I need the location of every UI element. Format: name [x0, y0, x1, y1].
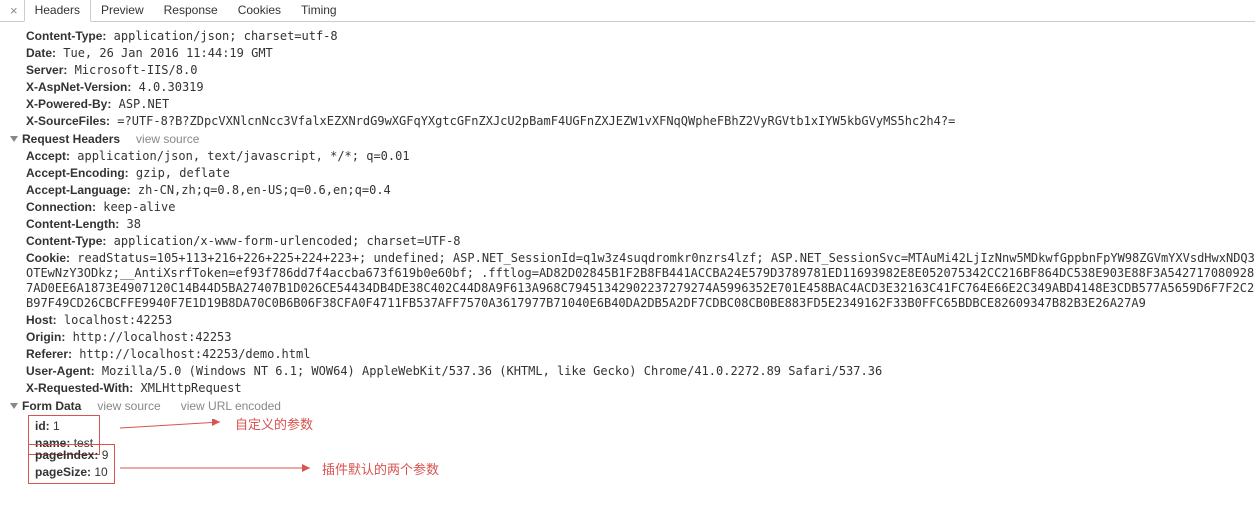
- caret-down-icon[interactable]: [10, 136, 18, 142]
- tab-response[interactable]: Response: [154, 0, 228, 21]
- header-value: application/json; charset=utf-8: [114, 29, 338, 43]
- form-key: id:: [35, 419, 50, 433]
- header-key: X-Requested-With:: [26, 381, 133, 395]
- arrow-icon: [120, 461, 320, 475]
- header-value: Microsoft-IIS/8.0: [75, 63, 198, 77]
- view-source-link[interactable]: view source: [97, 399, 160, 413]
- header-row: Connection: keep-alive: [26, 199, 1255, 216]
- header-row: X-AspNet-Version: 4.0.30319: [26, 79, 1255, 96]
- header-key: User-Agent:: [26, 364, 95, 378]
- form-value: 1: [53, 419, 60, 433]
- header-key: Server:: [26, 63, 67, 77]
- annotation-custom: 自定义的参数: [235, 414, 313, 433]
- request-headers-list: Accept: application/json, text/javascrip…: [10, 148, 1255, 397]
- header-row: Date: Tue, 26 Jan 2016 11:44:19 GMT: [26, 45, 1255, 62]
- header-key: Cookie:: [26, 251, 70, 265]
- header-value: http://localhost:42253: [73, 330, 232, 344]
- header-row: Cookie: readStatus=105+113+216+226+225+2…: [26, 250, 1255, 312]
- header-value: zh-CN,zh;q=0.8,en-US;q=0.6,en;q=0.4: [138, 183, 391, 197]
- header-key: Connection:: [26, 200, 96, 214]
- header-key: Host:: [26, 313, 57, 327]
- annotation-default: 插件默认的两个参数: [322, 459, 439, 478]
- header-value: XMLHttpRequest: [140, 381, 241, 395]
- header-row: Server: Microsoft-IIS/8.0: [26, 62, 1255, 79]
- request-headers-section: Request Headers view source: [10, 132, 1255, 146]
- header-key: Date:: [26, 46, 56, 60]
- form-value: 9: [102, 448, 109, 462]
- header-value: =?UTF-8?B?ZDpcVXNlcnNcc3VfalxEZXNrdG9wXG…: [117, 114, 955, 128]
- form-row: id: 1: [35, 418, 93, 435]
- form-value: 10: [94, 465, 107, 479]
- form-row: pageIndex: 9: [35, 447, 108, 464]
- request-headers-title: Request Headers: [22, 132, 120, 146]
- tab-preview[interactable]: Preview: [91, 0, 154, 21]
- header-row: User-Agent: Mozilla/5.0 (Windows NT 6.1;…: [26, 363, 1255, 380]
- header-row: Content-Length: 38: [26, 216, 1255, 233]
- header-value: application/json, text/javascript, */*; …: [77, 149, 409, 163]
- view-url-encoded-link[interactable]: view URL encoded: [181, 399, 281, 413]
- header-row: Accept-Encoding: gzip, deflate: [26, 165, 1255, 182]
- header-key: X-Powered-By:: [26, 97, 111, 111]
- tab-headers[interactable]: Headers: [24, 0, 91, 22]
- header-value: gzip, deflate: [136, 166, 230, 180]
- header-value: Mozilla/5.0 (Windows NT 6.1; WOW64) Appl…: [102, 364, 882, 378]
- tab-timing[interactable]: Timing: [291, 0, 347, 21]
- header-row: Content-Type: application/json; charset=…: [26, 28, 1255, 45]
- form-data-title: Form Data: [22, 399, 81, 413]
- header-value: ASP.NET: [119, 97, 170, 111]
- form-key: pageIndex:: [35, 448, 98, 462]
- header-key: Accept-Encoding:: [26, 166, 129, 180]
- form-row: pageSize: 10: [35, 464, 108, 481]
- close-icon[interactable]: ×: [4, 1, 24, 21]
- header-value: 4.0.30319: [139, 80, 204, 94]
- header-key: Accept-Language:: [26, 183, 131, 197]
- header-key: Referer:: [26, 347, 72, 361]
- response-headers-list: Content-Type: application/json; charset=…: [10, 28, 1255, 130]
- headers-panel: Content-Type: application/json; charset=…: [0, 22, 1255, 490]
- header-key: X-SourceFiles:: [26, 114, 110, 128]
- caret-down-icon[interactable]: [10, 403, 18, 409]
- header-row: Accept: application/json, text/javascrip…: [26, 148, 1255, 165]
- header-row: Host: localhost:42253: [26, 312, 1255, 329]
- header-row: Origin: http://localhost:42253: [26, 329, 1255, 346]
- header-key: Origin:: [26, 330, 65, 344]
- form-key: pageSize:: [35, 465, 91, 479]
- header-value: localhost:42253: [64, 313, 172, 327]
- view-source-link[interactable]: view source: [136, 132, 199, 146]
- tab-cookies[interactable]: Cookies: [228, 0, 291, 21]
- header-value: application/x-www-form-urlencoded; chars…: [114, 234, 461, 248]
- header-key: Accept:: [26, 149, 70, 163]
- header-key: Content-Length:: [26, 217, 119, 231]
- header-value: 38: [127, 217, 141, 231]
- form-data-section: Form Data view source view URL encoded: [10, 399, 1255, 413]
- form-data-box-default: pageIndex: 9 pageSize: 10: [28, 444, 115, 484]
- header-key: Content-Type:: [26, 29, 106, 43]
- arrow-icon: [120, 419, 230, 433]
- form-data-area: id: 1 name: test pageIndex: 9 pageSize: …: [10, 415, 1255, 484]
- header-value: Tue, 26 Jan 2016 11:44:19 GMT: [63, 46, 273, 60]
- header-row: Referer: http://localhost:42253/demo.htm…: [26, 346, 1255, 363]
- header-row: X-SourceFiles: =?UTF-8?B?ZDpcVXNlcnNcc3V…: [26, 113, 1255, 130]
- header-row: X-Requested-With: XMLHttpRequest: [26, 380, 1255, 397]
- header-key: X-AspNet-Version:: [26, 80, 131, 94]
- header-value: http://localhost:42253/demo.html: [79, 347, 310, 361]
- header-value: readStatus=105+113+216+226+225+224+223+;…: [26, 251, 1255, 310]
- header-row: Content-Type: application/x-www-form-url…: [26, 233, 1255, 250]
- header-value: keep-alive: [103, 200, 175, 214]
- devtools-tabs: × Headers Preview Response Cookies Timin…: [0, 0, 1255, 22]
- header-row: Accept-Language: zh-CN,zh;q=0.8,en-US;q=…: [26, 182, 1255, 199]
- header-key: Content-Type:: [26, 234, 106, 248]
- header-row: X-Powered-By: ASP.NET: [26, 96, 1255, 113]
